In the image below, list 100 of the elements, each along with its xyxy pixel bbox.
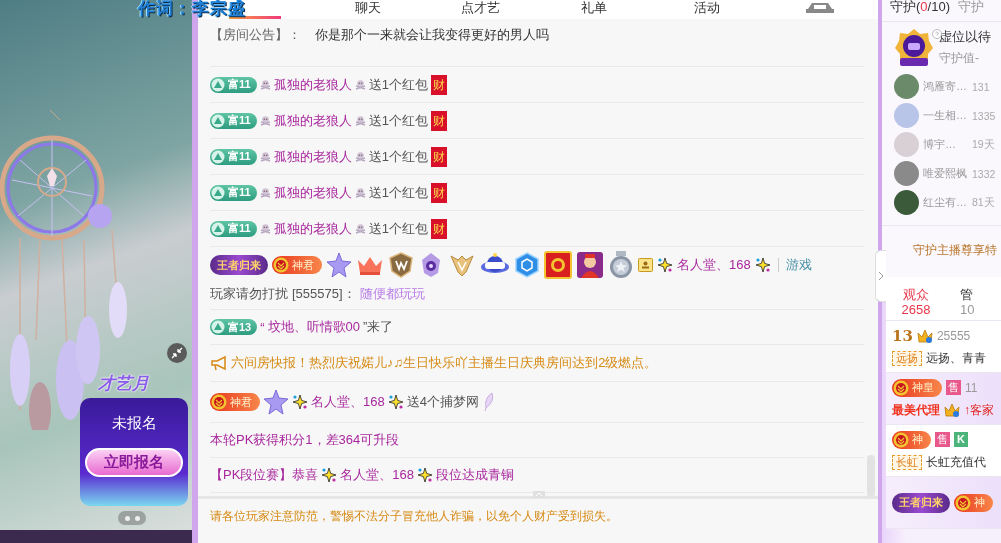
gift-text: 送1个红包 [368, 147, 428, 166]
crown-icon [916, 327, 933, 344]
user-name: 孤独的老狼人 [273, 75, 352, 94]
skull-icon [259, 115, 271, 126]
tab[interactable]: 礼单 [537, 0, 650, 19]
skull-icon [259, 223, 271, 234]
user-id: 25555 [936, 328, 971, 343]
tab[interactable]: 活动 [650, 0, 763, 19]
gift-text: 送1个红包 [368, 183, 428, 202]
gift-envelope: 财 [430, 146, 447, 167]
broadcast-text: 六间房快报！热烈庆祝婼儿♪♫生日快乐吖主播生日庆典房间达到2级燃点。 [231, 354, 658, 372]
fan-tag: 长虹 [892, 454, 922, 470]
rank-badge: 神 [954, 493, 993, 512]
skull-icon [354, 115, 366, 126]
guard-days: 131 [972, 80, 990, 93]
title-badge: 王者归来 [892, 492, 950, 513]
gift-text: 送1个红包 [368, 75, 428, 94]
shield-icon [388, 252, 414, 278]
lyric-text: 作词：李宗盛 [138, 0, 246, 17]
user-name: ↑客家 [964, 401, 994, 419]
gift-text: 送4个捕梦网 [406, 393, 479, 411]
user-name: 名人堂、168 [311, 393, 385, 411]
user-level: 13 [892, 326, 913, 345]
page-indicator[interactable] [118, 511, 146, 525]
skull-icon [354, 151, 366, 162]
user-id: [555575]： [292, 285, 356, 303]
feather-icon [481, 392, 496, 412]
tab[interactable]: 点才艺 [424, 0, 537, 19]
title-badge: 王者归来 [210, 255, 268, 275]
gift-text: 送1个红包 [368, 111, 428, 130]
user-avatar [894, 161, 919, 186]
sparkle-icon [657, 257, 673, 273]
entry-text: ”来了 [363, 318, 394, 336]
gift-envelope: 财 [430, 182, 447, 203]
sparkle-icon [754, 257, 771, 273]
user-avatar [894, 190, 919, 215]
rank-badge: 神 [892, 430, 931, 449]
skull-icon [354, 223, 366, 234]
member-name: 唯爱熙枫 [923, 166, 968, 181]
user-avatar [894, 132, 919, 157]
pk-message: 【PK段位赛】恭喜 [210, 466, 319, 484]
guard-days: 1332 [972, 167, 996, 180]
tab[interactable]: 观众 2658 [886, 277, 946, 320]
user-name: 坟地、听情歌00 [267, 318, 361, 336]
user-avatar [894, 103, 919, 128]
register-button[interactable]: 立即报名 [85, 448, 183, 477]
role-tag: K [954, 432, 968, 447]
fan-tag: 远扬 [892, 350, 922, 366]
user-name: 孤独的老狼人 [273, 147, 352, 166]
fortune-tile-icon [544, 251, 572, 279]
member-name: 一生相… [923, 108, 968, 123]
gift-envelope: 财 [430, 110, 447, 131]
star-icon [263, 389, 289, 415]
user-status: 玩家请勿打扰 [210, 285, 288, 303]
user-id: 11 [965, 380, 978, 395]
level-badge: 富11 [210, 220, 257, 237]
role-tag: 售 [946, 380, 961, 395]
quote-mark: “ [260, 319, 265, 335]
tab[interactable]: 聊天 [311, 0, 424, 19]
gift-envelope: 财 [430, 218, 447, 239]
tab[interactable]: 守护(0/10) [890, 0, 950, 14]
level-badge: 富11 [210, 112, 257, 129]
announcement-label: 【房间公告】： [210, 26, 301, 44]
figure-icon [576, 251, 604, 279]
collapse-icon[interactable] [167, 343, 187, 363]
id-card-icon [638, 258, 653, 272]
level-badge: 富11 [210, 148, 257, 165]
system-message: 本轮PK获得积分1，差364可升段 [210, 431, 400, 449]
level-badge: 富13 [210, 319, 258, 335]
user-name: 长虹充值代 [926, 453, 986, 471]
medal-icon [608, 251, 634, 279]
gift-envelope: 财 [430, 74, 447, 95]
user-title: 最美代理 [892, 401, 940, 419]
guard-badge-icon [894, 28, 934, 68]
safety-notice: 请各位玩家注意防范，警惕不法分子冒充他人诈骗，以免个人财产受到损失。 [210, 508, 619, 525]
star-icon [326, 252, 352, 278]
sparkle-icon [417, 467, 434, 483]
rank-badge: 神君 [210, 393, 260, 411]
level-badge: 富11 [210, 76, 257, 93]
guard-value: 守护值- [939, 50, 980, 67]
guard-days: 81天 [972, 195, 995, 210]
guard-days: 1335 [972, 109, 996, 122]
skull-icon [259, 151, 271, 162]
user-name: 孤独的老狼人 [273, 183, 352, 202]
collapse-handle[interactable] [875, 250, 886, 302]
wing-badge-icon [448, 252, 476, 278]
announcement-text: 你是那个一来就会让我变得更好的男人吗 [315, 26, 549, 44]
rank-badge: 神皇 [892, 378, 942, 397]
tab[interactable]: 管 10 [946, 277, 986, 320]
sparkle-icon [321, 467, 338, 483]
hexagon-icon [514, 252, 540, 278]
guard-days: 19天 [972, 137, 995, 152]
sparkle-icon [292, 394, 308, 410]
role-tag: 售 [935, 432, 950, 447]
status-message: 随便都玩玩 [359, 285, 425, 303]
skull-icon [354, 187, 366, 198]
user-name: 远扬、青青 [926, 349, 986, 367]
user-tag: 游戏 [785, 256, 812, 274]
user-avatar [894, 74, 919, 99]
guard-name: 虚位以待 [939, 28, 991, 46]
